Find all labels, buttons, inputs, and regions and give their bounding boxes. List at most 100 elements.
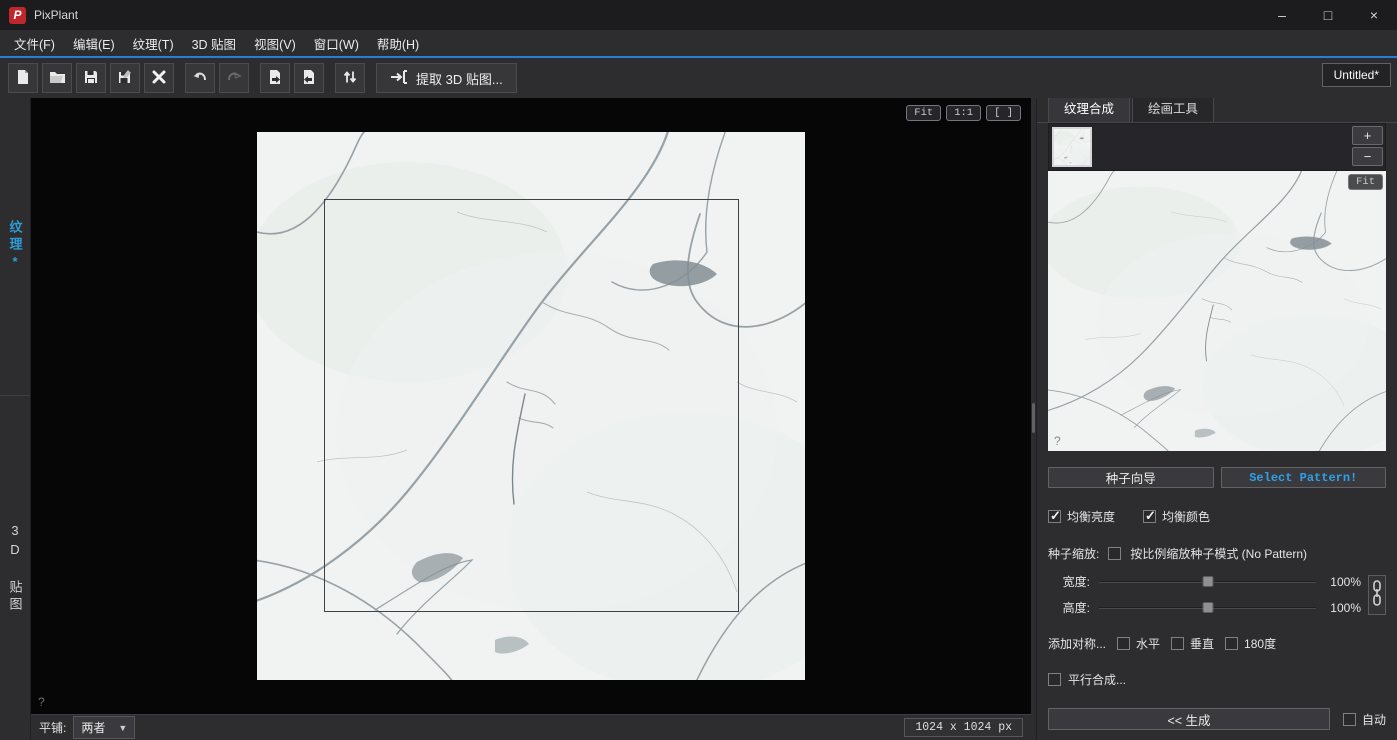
fullscreen-zoom-button[interactable]: [ ] <box>986 105 1021 121</box>
chain-link-icon <box>1372 580 1382 609</box>
right-panel: 纹理合成 绘画工具 <box>1037 98 1397 740</box>
equalize-color-checkbox[interactable]: 均衡颜色 <box>1143 508 1210 525</box>
symmetry-horizontal-checkbox[interactable]: 水平 <box>1117 635 1160 652</box>
height-slider[interactable] <box>1099 601 1316 614</box>
titlebar: P PixPlant – □ × <box>0 0 1397 30</box>
fit-zoom-button[interactable]: Fit <box>906 105 941 121</box>
height-slider-thumb[interactable] <box>1202 602 1213 613</box>
canvas-viewport[interactable]: Fit 1:1 [ ] ? <box>31 98 1031 714</box>
width-slider-thumb[interactable] <box>1202 576 1213 587</box>
checkbox-checked-icon[interactable] <box>1143 510 1156 523</box>
open-file-button[interactable] <box>42 63 72 93</box>
left-tab-texture[interactable]: 纹理* <box>0 98 30 396</box>
equalize-color-label: 均衡颜色 <box>1162 508 1210 525</box>
parallel-synthesis-label: 平行合成... <box>1068 671 1126 688</box>
left-tab-texture-label: 纹理* <box>6 220 25 273</box>
checkbox-icon[interactable] <box>1343 713 1356 726</box>
auto-checkbox[interactable]: 自动 <box>1343 711 1386 728</box>
main-area: 纹理* 3D 贴图 <box>0 98 1397 740</box>
seed-scale-mode-label: 按比例缩放种子模式 (No Pattern) <box>1130 545 1307 562</box>
window-controls: – □ × <box>1259 0 1397 30</box>
checkbox-checked-icon[interactable] <box>1048 510 1061 523</box>
one-to-one-zoom-button[interactable]: 1:1 <box>946 105 981 121</box>
clipboard-button-group <box>260 63 324 93</box>
menu-window[interactable]: 窗口(W) <box>305 30 368 57</box>
swap-updown-button[interactable] <box>335 63 365 93</box>
canvas-help-icon[interactable]: ? <box>38 695 45 709</box>
extract-3d-maps-button[interactable]: 提取 3D 贴图... <box>376 63 517 93</box>
marble-texture-image <box>1048 171 1386 451</box>
file-button-group <box>8 63 174 93</box>
equalize-brightness-label: 均衡亮度 <box>1067 508 1115 525</box>
tile-mode-dropdown[interactable]: 两者 ▼ <box>73 716 135 739</box>
copy-image-button[interactable] <box>260 63 290 93</box>
menu-help[interactable]: 帮助(H) <box>368 30 428 57</box>
equalize-brightness-checkbox[interactable]: 均衡亮度 <box>1048 508 1115 525</box>
document-tab[interactable]: Untitled* <box>1322 63 1391 87</box>
marble-texture-image <box>1054 129 1090 165</box>
symmetry-horizontal-label: 水平 <box>1136 635 1160 652</box>
new-file-icon <box>15 69 31 88</box>
seed-thumbnail-image <box>1054 129 1090 165</box>
select-pattern-button[interactable]: Select Pattern! <box>1221 467 1387 488</box>
app-logo-icon: P <box>9 7 26 24</box>
symmetry-row: 添加对称... 水平 垂直 180度 <box>1048 635 1386 652</box>
checkbox-icon[interactable] <box>1225 637 1238 650</box>
redo-button[interactable] <box>219 63 249 93</box>
checkbox-icon[interactable] <box>1171 637 1184 650</box>
menu-file[interactable]: 文件(F) <box>5 30 64 57</box>
preview-help-icon[interactable]: ? <box>1054 434 1061 448</box>
seed-thumbnail[interactable] <box>1052 127 1092 167</box>
menu-edit[interactable]: 编辑(E) <box>64 30 124 57</box>
close-document-button[interactable] <box>144 63 174 93</box>
maximize-button[interactable]: □ <box>1305 0 1351 30</box>
auto-label: 自动 <box>1362 711 1386 728</box>
menu-view[interactable]: 视图(V) <box>245 30 305 57</box>
save-button[interactable] <box>76 63 106 93</box>
add-seed-button[interactable]: + <box>1352 126 1383 145</box>
close-x-icon <box>151 69 167 88</box>
parallel-synthesis-checkbox[interactable] <box>1048 673 1061 686</box>
chevron-down-icon: ▼ <box>118 723 127 733</box>
seed-scale-mode-checkbox[interactable] <box>1108 547 1121 560</box>
seed-wizard-button[interactable]: 种子向导 <box>1048 467 1214 488</box>
seed-scale-label: 种子缩放: <box>1048 545 1099 562</box>
symmetry-vertical-checkbox[interactable]: 垂直 <box>1171 635 1214 652</box>
checkbox-icon[interactable] <box>1117 637 1130 650</box>
splitter-handle[interactable] <box>1032 403 1035 433</box>
height-value: 100% <box>1325 601 1361 615</box>
new-file-button[interactable] <box>8 63 38 93</box>
symmetry-180-label: 180度 <box>1244 635 1276 652</box>
swap-button-group <box>335 63 365 93</box>
seed-preview-image <box>1048 171 1386 451</box>
app-title: PixPlant <box>34 8 78 22</box>
seed-selection-rectangle[interactable] <box>324 199 739 612</box>
paste-image-button[interactable] <box>294 63 324 93</box>
undo-icon <box>192 69 208 88</box>
app-window: P PixPlant – □ × 文件(F) 编辑(E) 纹理(T) 3D 贴图… <box>0 0 1397 740</box>
menubar: 文件(F) 编辑(E) 纹理(T) 3D 贴图 视图(V) 窗口(W) 帮助(H… <box>0 30 1397 56</box>
panel-splitter[interactable] <box>1031 98 1037 740</box>
width-slider[interactable] <box>1099 575 1316 588</box>
menu-3d-maps[interactable]: 3D 贴图 <box>183 30 245 57</box>
copy-page-arrow-icon <box>267 69 283 88</box>
link-dimensions-button[interactable] <box>1368 575 1386 615</box>
texture-stage[interactable] <box>257 132 805 680</box>
generate-row: << 生成 自动 <box>1048 708 1386 730</box>
left-tab-3d-maps[interactable]: 3D 贴图 <box>0 396 30 740</box>
save-as-button[interactable] <box>110 63 140 93</box>
minimize-button[interactable]: – <box>1259 0 1305 30</box>
preview-fit-button[interactable]: Fit <box>1348 174 1383 190</box>
undo-button[interactable] <box>185 63 215 93</box>
symmetry-180-checkbox[interactable]: 180度 <box>1225 635 1276 652</box>
parallel-synthesis-row: 平行合成... <box>1048 671 1386 688</box>
remove-seed-button[interactable]: − <box>1352 147 1383 166</box>
scale-slider-rows: 宽度: 100% 高度: 100% <box>1048 573 1361 616</box>
close-button[interactable]: × <box>1351 0 1397 30</box>
menu-texture[interactable]: 纹理(T) <box>124 30 183 57</box>
undo-button-group <box>185 63 249 93</box>
extract-button-label: 提取 3D 贴图... <box>416 69 503 88</box>
open-folder-icon <box>49 69 66 88</box>
seed-preview[interactable]: Fit ? <box>1048 171 1386 451</box>
generate-button[interactable]: << 生成 <box>1048 708 1330 730</box>
